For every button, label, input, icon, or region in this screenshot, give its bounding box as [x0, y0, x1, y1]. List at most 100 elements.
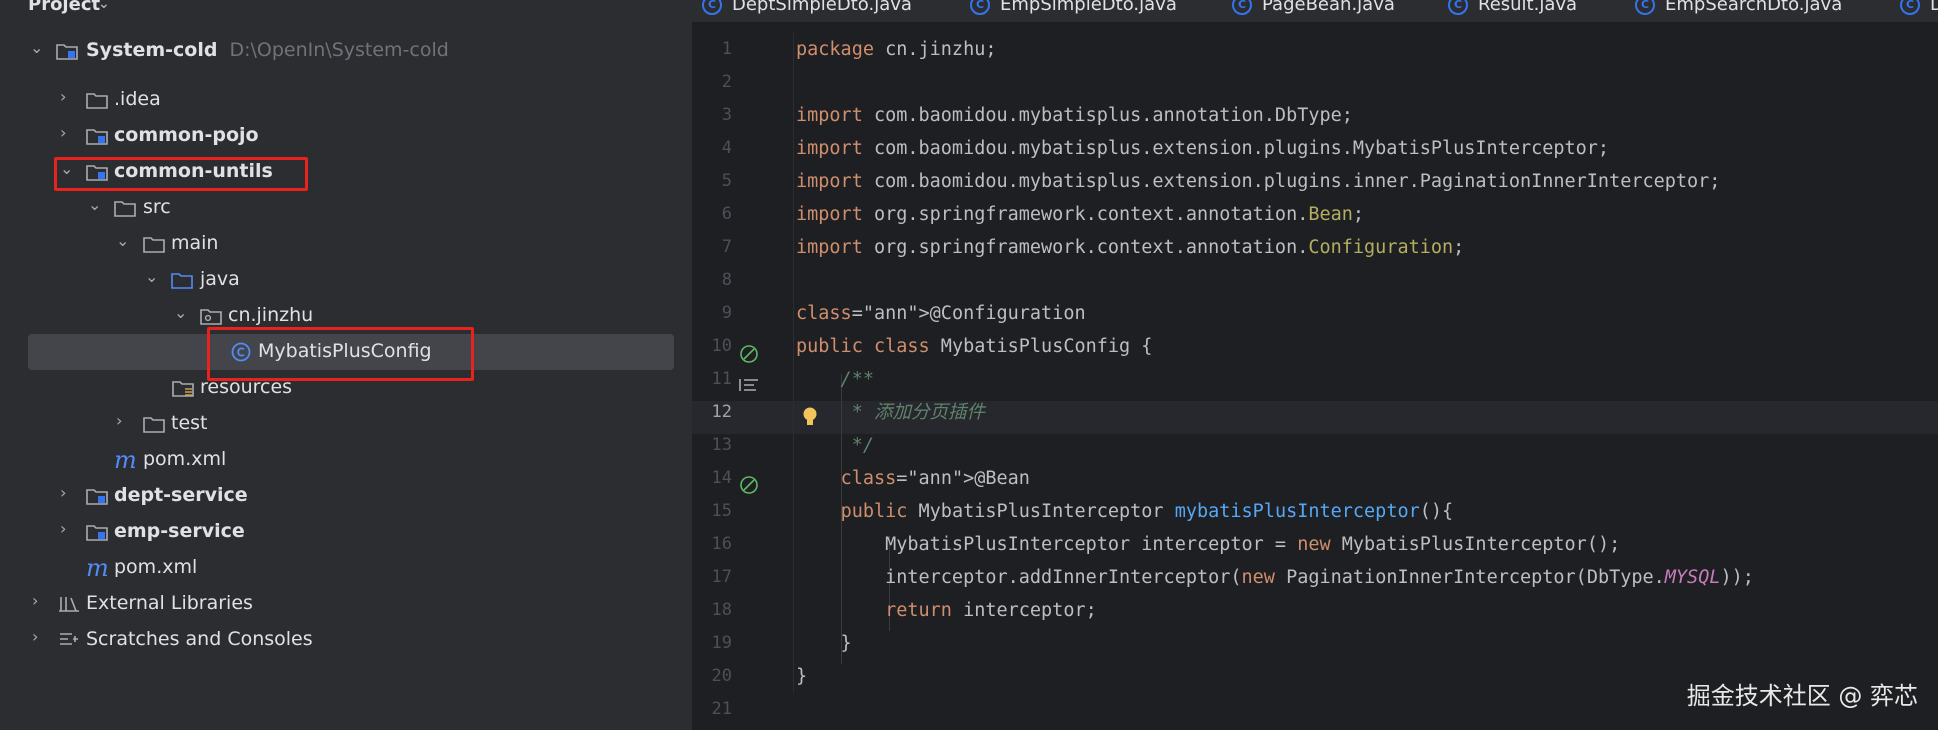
chevron-down-icon[interactable]: ⌄ [145, 269, 159, 285]
tab-pagebean[interactable]: C PageBean.java [1232, 0, 1395, 15]
tree-row-system-cold[interactable]: ⌄ System-cold D:\OpenIn\System-cold [0, 33, 692, 69]
tree-label: emp-service [114, 520, 245, 542]
code-line[interactable]: public class MybatisPlusConfig { [796, 330, 1152, 363]
chevron-right-icon[interactable]: › [116, 413, 130, 429]
line-number: 7 [721, 237, 732, 257]
code-line[interactable]: class="ann">@Configuration [796, 297, 1086, 330]
source-folder-icon [171, 271, 193, 294]
chevron-down-icon[interactable]: ⌄ [98, 0, 110, 12]
tree-label: pom.xml [114, 556, 198, 578]
code-line[interactable]: } [796, 627, 852, 660]
code-line[interactable]: class="ann">@Bean [796, 462, 1030, 495]
code-line[interactable]: import com.baomidou.mybatisplus.extensio… [796, 165, 1720, 198]
tree-row-idea[interactable]: › .idea [0, 82, 692, 118]
chevron-right-icon[interactable]: › [60, 521, 74, 537]
code-line[interactable]: MybatisPlusInterceptor interceptor = new… [796, 528, 1620, 561]
code-line[interactable]: import com.baomidou.mybatisplus.annotati… [796, 99, 1353, 132]
class-icon: C [1232, 0, 1252, 15]
tree-row-common-pojo[interactable]: › common-pojo [0, 118, 692, 154]
maven-icon: m [114, 446, 137, 474]
tree-row-emp-service[interactable]: › emp-service [0, 514, 692, 550]
chevron-right-icon[interactable]: › [32, 593, 46, 609]
line-number: 21 [711, 699, 732, 719]
tab-deptsimpledto[interactable]: C DeptSimpleDto.java [702, 0, 912, 15]
tree-row-resources[interactable]: resources [0, 370, 692, 406]
code-line[interactable]: package cn.jinzhu; [796, 33, 997, 66]
line-number: 15 [711, 501, 732, 521]
line-number: 3 [721, 105, 732, 125]
code-line[interactable]: /** [796, 363, 874, 396]
module-folder-icon [86, 127, 108, 150]
folder-icon [114, 199, 136, 222]
chevron-right-icon[interactable]: › [60, 89, 74, 105]
code-line[interactable]: } [796, 660, 807, 693]
module-folder-icon [86, 487, 108, 510]
bean-gutter-icon[interactable] [738, 343, 760, 369]
class-icon: C [970, 0, 990, 15]
editor-tabs: C DeptSimpleDto.java C EmpSimpleDto.java C… [692, 0, 1938, 22]
chevron-down-icon[interactable]: ⌄ [30, 40, 44, 56]
tree-label: dept-service [114, 484, 248, 506]
folder-icon [143, 415, 165, 438]
code-line[interactable]: import org.springframework.context.annot… [796, 198, 1364, 231]
tree-row-pom-xml[interactable]: m pom.xml [0, 442, 692, 478]
chevron-right-icon[interactable]: › [60, 485, 74, 501]
tree-row-dept-service[interactable]: › dept-service [0, 478, 692, 514]
chevron-right-icon[interactable]: › [32, 629, 46, 645]
structure-gutter-icon[interactable] [738, 377, 760, 397]
code-editor[interactable]: C DeptSimpleDto.java C EmpSimpleDto.java C… [692, 0, 1938, 730]
bean-gutter-icon[interactable] [738, 474, 760, 500]
line-number: 17 [711, 567, 732, 587]
chevron-down-icon[interactable]: ⌄ [116, 233, 130, 249]
tree-label: main [171, 232, 219, 254]
tree-label: External Libraries [86, 592, 253, 614]
gutter-separator [793, 33, 794, 693]
tree-label: pom.xml [143, 448, 227, 470]
tree-label: System-cold [86, 39, 218, 61]
module-folder-icon [86, 523, 108, 546]
project-path: D:\OpenIn\System-cold [229, 39, 449, 61]
tree-row-src[interactable]: ⌄ src [0, 190, 692, 226]
line-number: 16 [711, 534, 732, 554]
line-number: 4 [721, 138, 732, 158]
code-line[interactable]: import com.baomidou.mybatisplus.extensio… [796, 132, 1609, 165]
chevron-right-icon[interactable]: › [60, 125, 74, 141]
module-folder-icon [56, 42, 78, 65]
chevron-down-icon[interactable]: ⌄ [88, 197, 102, 213]
tree-label: Scratches and Consoles [86, 628, 313, 650]
line-number: 11 [711, 369, 732, 389]
tree-row-java[interactable]: ⌄ java [0, 262, 692, 298]
tree-row-main[interactable]: ⌄ main [0, 226, 692, 262]
tab-empsearchdto[interactable]: C EmpSearchDto.java [1635, 0, 1842, 15]
tree-row-external-libraries[interactable]: › External Libraries [0, 586, 692, 622]
line-number: 20 [711, 666, 732, 686]
tree-row-scratches[interactable]: › Scratches and Consoles [0, 622, 692, 658]
chevron-down-icon[interactable]: ⌄ [174, 305, 188, 321]
code-line[interactable]: return interceptor; [796, 594, 1097, 627]
tab-overflow[interactable]: CD [1900, 0, 1938, 15]
class-icon: C [702, 0, 722, 15]
tree-label: src [143, 196, 171, 218]
class-icon: C [1448, 0, 1468, 15]
watermark: 掘金技术社区 @ 弈芯 [1686, 682, 1918, 710]
line-number: 12 [711, 402, 732, 422]
line-number: 9 [721, 303, 732, 323]
code-line[interactable]: public MybatisPlusInterceptor mybatisPlu… [796, 495, 1454, 528]
tab-result[interactable]: C Result.java [1448, 0, 1577, 15]
class-icon: C [1635, 0, 1655, 15]
tree-label: cn.jinzhu [228, 304, 314, 326]
code-line[interactable]: interceptor.addInnerInterceptor(new Pagi… [796, 561, 1754, 594]
project-header[interactable]: Project ⌄ [0, 0, 692, 22]
code-line[interactable]: */ [796, 429, 874, 462]
tree-row-pom-xml-root[interactable]: m pom.xml [0, 550, 692, 586]
code-line[interactable]: * 添加分页插件 [796, 396, 985, 429]
project-title: Project [28, 0, 101, 15]
tab-empsimpledto[interactable]: C EmpSimpleDto.java [970, 0, 1177, 15]
resources-folder-icon [172, 379, 194, 402]
library-icon [58, 595, 80, 618]
line-number: 14 [711, 468, 732, 488]
tree-row-test[interactable]: › test [0, 406, 692, 442]
highlight-box [54, 157, 308, 191]
code-line[interactable]: import org.springframework.context.annot… [796, 231, 1464, 264]
tree-label: test [171, 412, 208, 434]
